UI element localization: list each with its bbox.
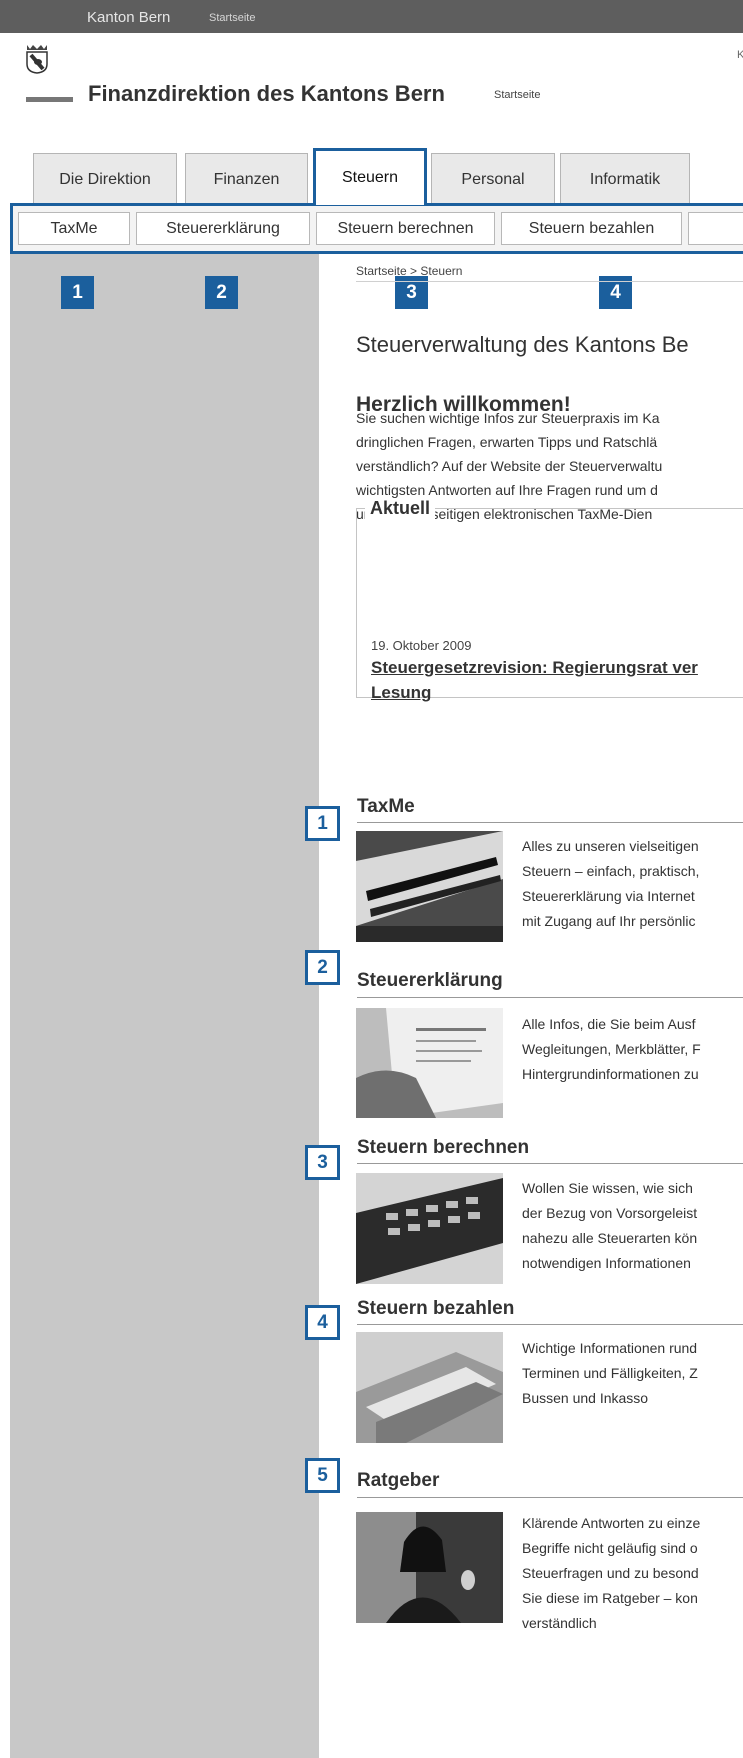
news-legend: Aktuell (365, 498, 436, 519)
text-line: Steuern – einfach, praktisch, (522, 863, 700, 879)
title-dash (26, 97, 73, 102)
intro-line: dringlichen Fragen, erwarten Tipps und R… (356, 434, 658, 450)
section-number-badge: 2 (305, 950, 340, 985)
section-text-ratgeber: Klärende Antworten zu einze Begriffe nic… (522, 1511, 700, 1636)
text-line: Alles zu unseren vielseitigen (522, 838, 699, 854)
intro-line: verständlich? Auf der Website der Steuer… (356, 458, 663, 474)
woman-portrait-photo[interactable] (356, 1512, 503, 1623)
section-divider (357, 1163, 743, 1164)
calculator-photo[interactable] (356, 1173, 503, 1284)
news-link[interactable]: Steuergesetzrevision: Regierungsrat ver … (371, 655, 743, 705)
breadcrumb-divider (356, 281, 743, 282)
topbar-canton-link[interactable]: Kanton Bern (87, 9, 170, 26)
bern-crest-icon[interactable] (26, 44, 48, 74)
text-line: Klärende Antworten zu einze (522, 1515, 701, 1531)
tab-informatik[interactable]: Informatik (560, 153, 690, 205)
breadcrumb: Startseite > Steuern (356, 264, 462, 278)
section-text-steuern-berechnen: Wollen Sie wissen, wie sich der Bezug vo… (522, 1176, 697, 1276)
tax-form-photo[interactable] (356, 1008, 503, 1118)
news-date: 19. Oktober 2009 (371, 638, 472, 653)
section-title-taxme[interactable]: TaxMe (357, 796, 415, 818)
text-line: Steuerfragen und zu besond (522, 1565, 699, 1581)
section-divider (357, 997, 743, 998)
text-line: Bussen und Inkasso (522, 1390, 649, 1406)
tab-die-direktion[interactable]: Die Direktion (33, 153, 177, 205)
subnav-steuern-berechnen[interactable]: Steuern berechnen (316, 212, 495, 245)
section-number-badge: 3 (305, 1145, 340, 1180)
text-line: nahezu alle Steuerarten kön (522, 1230, 698, 1246)
banknotes-photo[interactable] (356, 1332, 503, 1443)
section-number-badge: 5 (305, 1458, 340, 1493)
text-line: Wollen Sie wissen, wie sich (522, 1180, 693, 1196)
section-divider (357, 1497, 743, 1498)
text-line: Sie diese im Ratgeber – kon (522, 1590, 698, 1606)
section-number-badge: 4 (305, 1305, 340, 1340)
site-home-link[interactable]: Startseite (494, 89, 540, 101)
site-title[interactable]: Finanzdirektion des Kantons Bern (88, 81, 445, 107)
section-text-steuererklaerung: Alle Infos, die Sie beim Ausf Wegleitung… (522, 1012, 701, 1087)
breadcrumb-separator: > (410, 264, 418, 278)
text-line: Alle Infos, die Sie beim Ausf (522, 1016, 696, 1032)
section-title-steuern-berechnen[interactable]: Steuern berechnen (357, 1137, 529, 1159)
text-line: Wichtige Informationen rund (522, 1340, 698, 1356)
tab-finanzen[interactable]: Finanzen (185, 153, 308, 205)
taxme-keyboard-photo[interactable] (356, 831, 503, 942)
text-line: Begriffe nicht geläufig sind o (522, 1540, 698, 1556)
tab-personal[interactable]: Personal (431, 153, 555, 205)
text-line: Terminen und Fälligkeiten, Z (522, 1365, 698, 1381)
breadcrumb-home[interactable]: Startseite (356, 264, 407, 278)
breadcrumb-current: Steuern (420, 264, 463, 278)
section-title-ratgeber[interactable]: Ratgeber (357, 1470, 439, 1492)
section-divider (357, 1324, 743, 1325)
intro-line: Sie suchen wichtige Infos zur Steuerprax… (356, 410, 660, 426)
news-link-line[interactable]: Steuergesetzrevision: Regierungsrat ver (371, 655, 743, 680)
text-line: Wegleitungen, Merkblätter, F (522, 1041, 701, 1057)
subnav-more[interactable] (688, 212, 743, 245)
text-line: Hintergrundinformationen zu (522, 1066, 699, 1082)
intro-line: wichtigsten Antworten auf Ihre Fragen ru… (356, 482, 658, 498)
subnav-steuererklaerung[interactable]: Steuererklärung (136, 212, 310, 245)
section-divider (357, 822, 743, 823)
text-line: notwendigen Informationen (522, 1255, 691, 1271)
page-heading: Steuerverwaltung des Kantons Be (356, 332, 689, 357)
left-sidebar (10, 254, 319, 1758)
text-line: der Bezug von Vorsorgeleist (522, 1205, 698, 1221)
marker-2: 2 (205, 276, 238, 309)
text-line: Steuererklärung via Internet (522, 888, 695, 904)
section-text-taxme: Alles zu unseren vielseitigen Steuern – … (522, 834, 699, 934)
section-title-steuererklaerung[interactable]: Steuererklärung (357, 970, 503, 992)
section-title-steuern-bezahlen[interactable]: Steuern bezahlen (357, 1298, 514, 1320)
section-text-steuern-bezahlen: Wichtige Informationen rund Terminen und… (522, 1336, 698, 1411)
tab-steuern[interactable]: Steuern (313, 148, 427, 205)
marker-1: 1 (61, 276, 94, 309)
subnav-taxme[interactable]: TaxMe (18, 212, 130, 245)
text-line: mit Zugang auf Ihr persönlic (522, 913, 696, 929)
text-line: verständlich (522, 1615, 597, 1631)
subnav-steuern-bezahlen[interactable]: Steuern bezahlen (501, 212, 682, 245)
news-link-line[interactable]: Lesung (371, 680, 743, 705)
section-number-badge: 1 (305, 806, 340, 841)
header-corner-text[interactable]: K (737, 49, 743, 61)
topbar-home-link[interactable]: Startseite (209, 12, 255, 24)
